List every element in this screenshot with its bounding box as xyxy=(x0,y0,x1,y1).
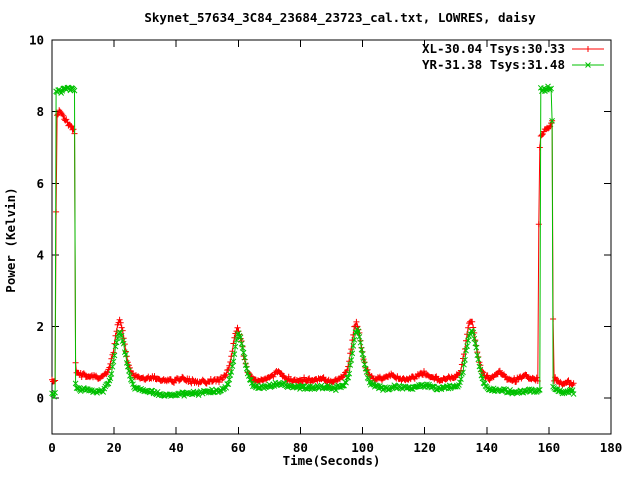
x-tick-label: 40 xyxy=(169,440,184,455)
x-tick-label: 60 xyxy=(231,440,246,455)
y-tick-label: 8 xyxy=(36,104,44,119)
x-tick-label: 180 xyxy=(600,440,623,455)
y-tick-label: 10 xyxy=(29,33,44,48)
y-tick-label: 2 xyxy=(36,319,44,334)
y-tick-label: 0 xyxy=(36,391,44,406)
y-tick-label: 6 xyxy=(36,176,44,191)
legend-sample-yr xyxy=(572,62,604,68)
plot-area: 0 20 40 60 80 100 120 140 160 180 0 2 4 6 8 10 xyxy=(29,33,623,456)
x-tick-label: 20 xyxy=(107,440,122,455)
y-tick-label: 4 xyxy=(36,247,44,262)
x-tick-label: 140 xyxy=(475,440,498,455)
x-tick-label: 120 xyxy=(413,440,436,455)
x-tick-label: 80 xyxy=(293,440,308,455)
series-xl xyxy=(49,107,577,388)
legend-sample-xl xyxy=(572,46,604,52)
x-tick-label: 100 xyxy=(351,440,374,455)
x-tick-label: 160 xyxy=(538,440,561,455)
x-tick-label: 0 xyxy=(48,440,56,455)
plot-canvas: Skynet_57634_3C84_23684_23723_cal.txt, L… xyxy=(0,0,640,480)
